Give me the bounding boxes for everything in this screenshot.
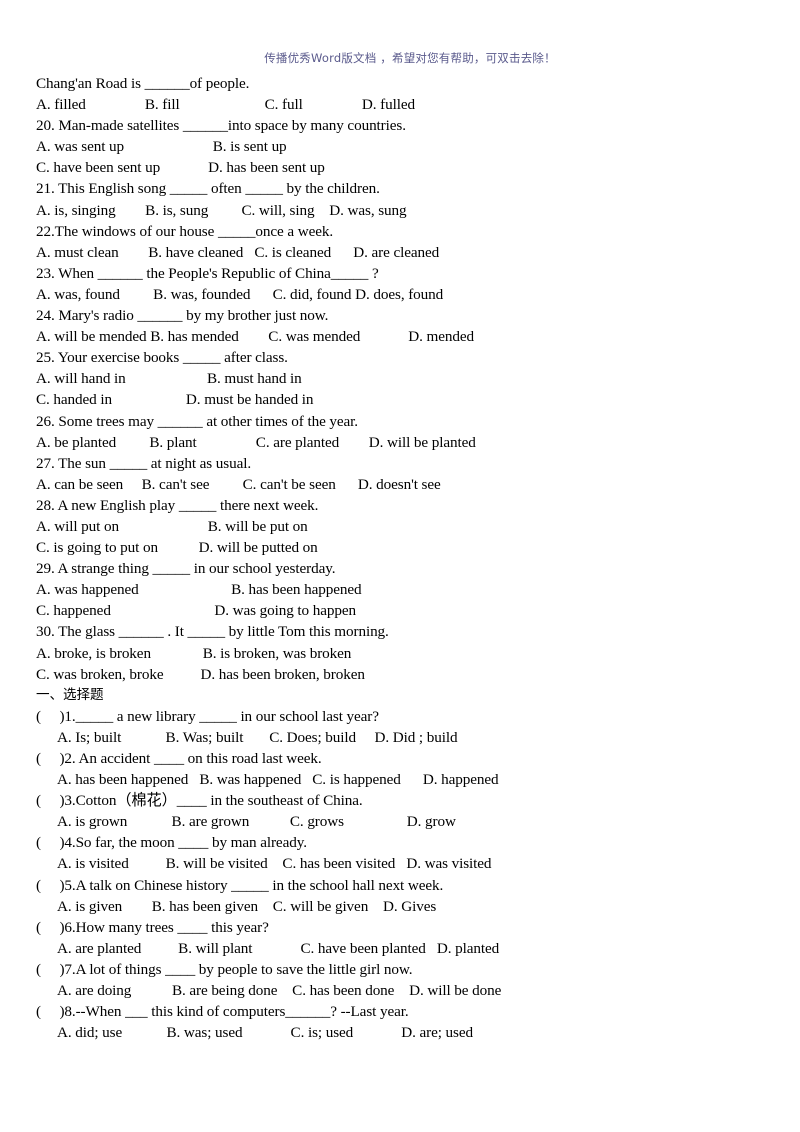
question-line: A. is, singing B. is, sung C. will, sing…: [36, 201, 407, 219]
question-line: 26. Some trees may ______ at other times…: [36, 412, 358, 430]
question-line: 20. Man-made satellites ______into space…: [36, 117, 406, 135]
choice-question-line: A. is visited B. will be visited C. has …: [57, 855, 492, 873]
question-line: 30. The glass ______ . It _____ by littl…: [36, 623, 389, 641]
question-line: 29. A strange thing _____ in our school …: [36, 560, 336, 578]
question-line: A. will be mended B. has mended C. was m…: [36, 328, 475, 346]
choice-question-line: A. is grown B. are grown C. grows D. gro…: [57, 813, 456, 831]
choice-question-line: ( )7.A lot of things ____ by people to s…: [36, 960, 413, 978]
document-page: 传播优秀Word版文档 ，希望对您有帮助，可双击去除！ Chang'an Roa…: [0, 0, 800, 1132]
question-line: 25. Your exercise books _____ after clas…: [36, 349, 288, 367]
section-two-lines: ( )1._____ a new library _____ in our sc…: [36, 706, 766, 1044]
question-line: C. have been sent up D. has been sent up: [36, 159, 325, 177]
choice-question-line: A. has been happened B. was happened C. …: [57, 771, 499, 789]
choice-question-line: ( )6.How many trees ____ this year?: [36, 918, 269, 936]
choice-question-line: ( )1._____ a new library _____ in our sc…: [36, 707, 379, 725]
question-line: C. is going to put on D. will be putted …: [36, 539, 318, 557]
question-line: A. was, found B. was, founded C. did, fo…: [36, 285, 444, 303]
choice-question-line: ( )3.Cotton（棉花）____ in the southeast of …: [36, 792, 363, 810]
question-line: A. will hand in B. must hand in: [36, 370, 302, 388]
section-heading: 一、选择题: [36, 686, 104, 703]
question-line: 27. The sun _____ at night as usual.: [36, 454, 252, 472]
choice-question-line: A. are planted B. will plant C. have bee…: [57, 939, 500, 957]
choice-question-line: A. did; use B. was; used C. is; used D. …: [57, 1024, 473, 1042]
watermark-header-text: 传播优秀Word版文档 ，希望对您有帮助，可双击去除！: [264, 51, 556, 65]
choice-question-line: A. are doing B. are being done C. has be…: [57, 982, 502, 1000]
question-line: C. was broken, broke D. has been broken,…: [36, 665, 365, 683]
document-body: Chang'an Road is ______of people. A. fill…: [36, 73, 766, 1043]
question-line: 24. Mary's radio ______ by my brother ju…: [36, 307, 329, 325]
question-line: A. was happened B. has been happened: [36, 581, 362, 599]
choice-question-line: A. Is; built B. Was; built C. Does; buil…: [57, 728, 458, 746]
choice-question-line: ( )2. An accident ____ on this road last…: [36, 750, 322, 767]
question-line: Chang'an Road is ______of people.: [36, 75, 250, 92]
question-line: C. handed in D. must be handed in: [36, 391, 314, 409]
choice-question-line: ( )5.A talk on Chinese history _____ in …: [36, 876, 444, 894]
choice-question-line: A. is given B. has been given C. will be…: [57, 897, 437, 915]
section-one-lines: Chang'an Road is ______of people. A. fill…: [36, 73, 766, 685]
question-line: C. happened D. was going to happen: [36, 602, 356, 620]
question-line: A. must clean B. have cleaned C. is clea…: [36, 243, 440, 261]
question-line: A. can be seen B. can't see C. can't be …: [36, 475, 441, 493]
question-line: 23. When ______ the People's Republic of…: [36, 264, 379, 282]
question-line: A. broke, is broken B. is broken, was br…: [36, 644, 352, 662]
question-line: A. will put on B. will be put on: [36, 517, 308, 535]
question-line: 22.The windows of our house _____once a …: [36, 222, 334, 240]
choice-question-line: ( )8.--When ___ this kind of computers__…: [36, 1003, 409, 1021]
choice-question-line: ( )4.So far, the moon ____ by man alread…: [36, 834, 307, 852]
question-line: 21. This English song _____ often _____ …: [36, 180, 380, 198]
question-line: A. filled B. fill C. full D. fulled: [36, 96, 415, 114]
question-line: A. was sent up B. is sent up: [36, 138, 287, 156]
question-line: 28. A new English play _____ there next …: [36, 496, 319, 514]
question-line: A. be planted B. plant C. are planted D.…: [36, 433, 476, 451]
